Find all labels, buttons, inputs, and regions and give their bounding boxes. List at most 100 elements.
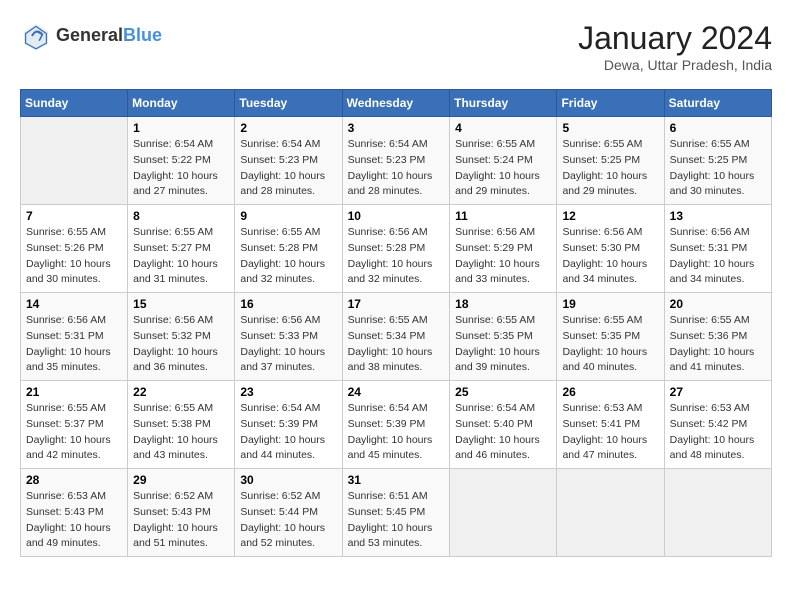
day-detail: Sunrise: 6:54 AMSunset: 5:23 PMDaylight:… — [348, 137, 445, 200]
header-wednesday: Wednesday — [342, 90, 450, 117]
logo: GeneralBlue — [20, 20, 162, 52]
day-number: 1 — [133, 121, 229, 135]
calendar-cell: 6 Sunrise: 6:55 AMSunset: 5:25 PMDaylight… — [664, 117, 771, 205]
header-sunday: Sunday — [21, 90, 128, 117]
day-detail: Sunrise: 6:55 AMSunset: 5:36 PMDaylight:… — [670, 313, 766, 376]
day-number: 29 — [133, 473, 229, 487]
day-detail: Sunrise: 6:55 AMSunset: 5:35 PMDaylight:… — [562, 313, 658, 376]
day-detail: Sunrise: 6:55 AMSunset: 5:37 PMDaylight:… — [26, 401, 122, 464]
calendar-cell: 17 Sunrise: 6:55 AMSunset: 5:34 PMDayligh… — [342, 293, 450, 381]
day-number: 15 — [133, 297, 229, 311]
day-detail: Sunrise: 6:54 AMSunset: 5:40 PMDaylight:… — [455, 401, 551, 464]
week-row-4: 21 Sunrise: 6:55 AMSunset: 5:37 PMDayligh… — [21, 381, 772, 469]
calendar-cell: 28 Sunrise: 6:53 AMSunset: 5:43 PMDayligh… — [21, 469, 128, 557]
day-detail: Sunrise: 6:56 AMSunset: 5:30 PMDaylight:… — [562, 225, 658, 288]
calendar-cell: 9 Sunrise: 6:55 AMSunset: 5:28 PMDaylight… — [235, 205, 342, 293]
calendar-body: 1 Sunrise: 6:54 AMSunset: 5:22 PMDaylight… — [21, 117, 772, 557]
day-detail: Sunrise: 6:56 AMSunset: 5:33 PMDaylight:… — [240, 313, 336, 376]
day-detail: Sunrise: 6:52 AMSunset: 5:43 PMDaylight:… — [133, 489, 229, 552]
calendar-cell: 15 Sunrise: 6:56 AMSunset: 5:32 PMDayligh… — [128, 293, 235, 381]
calendar-table: SundayMondayTuesdayWednesdayThursdayFrid… — [20, 89, 772, 557]
day-detail: Sunrise: 6:55 AMSunset: 5:25 PMDaylight:… — [670, 137, 766, 200]
day-number: 8 — [133, 209, 229, 223]
day-detail: Sunrise: 6:56 AMSunset: 5:28 PMDaylight:… — [348, 225, 445, 288]
header-friday: Friday — [557, 90, 664, 117]
logo-text: GeneralBlue — [56, 26, 162, 46]
day-number: 6 — [670, 121, 766, 135]
header-tuesday: Tuesday — [235, 90, 342, 117]
calendar-cell: 7Sunrise: 6:55 AMSunset: 5:26 PMDaylight… — [21, 205, 128, 293]
calendar-cell — [557, 469, 664, 557]
day-number: 10 — [348, 209, 445, 223]
day-number: 7 — [26, 209, 122, 223]
day-detail: Sunrise: 6:55 AMSunset: 5:27 PMDaylight:… — [133, 225, 229, 288]
logo-icon — [20, 20, 52, 52]
header-monday: Monday — [128, 90, 235, 117]
day-detail: Sunrise: 6:53 AMSunset: 5:42 PMDaylight:… — [670, 401, 766, 464]
calendar-cell: 13Sunrise: 6:56 AMSunset: 5:31 PMDayligh… — [664, 205, 771, 293]
day-detail: Sunrise: 6:54 AMSunset: 5:23 PMDaylight:… — [240, 137, 336, 200]
calendar-cell: 3 Sunrise: 6:54 AMSunset: 5:23 PMDaylight… — [342, 117, 450, 205]
calendar-cell: 30 Sunrise: 6:52 AMSunset: 5:44 PMDayligh… — [235, 469, 342, 557]
calendar-cell: 5Sunrise: 6:55 AMSunset: 5:25 PMDaylight… — [557, 117, 664, 205]
day-number: 28 — [26, 473, 122, 487]
day-number: 4 — [455, 121, 551, 135]
day-number: 25 — [455, 385, 551, 399]
calendar-cell: 16 Sunrise: 6:56 AMSunset: 5:33 PMDayligh… — [235, 293, 342, 381]
calendar-cell: 26 Sunrise: 6:53 AMSunset: 5:41 PMDayligh… — [557, 381, 664, 469]
calendar-cell: 25 Sunrise: 6:54 AMSunset: 5:40 PMDayligh… — [450, 381, 557, 469]
day-number: 26 — [562, 385, 658, 399]
header-saturday: Saturday — [664, 90, 771, 117]
calendar-cell: 18 Sunrise: 6:55 AMSunset: 5:35 PMDayligh… — [450, 293, 557, 381]
page-header: GeneralBlue January 2024 Dewa, Uttar Pra… — [20, 20, 772, 73]
day-detail: Sunrise: 6:51 AMSunset: 5:45 PMDaylight:… — [348, 489, 445, 552]
calendar-cell: 21 Sunrise: 6:55 AMSunset: 5:37 PMDayligh… — [21, 381, 128, 469]
day-detail: Sunrise: 6:54 AMSunset: 5:22 PMDaylight:… — [133, 137, 229, 200]
day-number: 31 — [348, 473, 445, 487]
day-number: 23 — [240, 385, 336, 399]
day-number: 16 — [240, 297, 336, 311]
day-detail: Sunrise: 6:56 AMSunset: 5:31 PMDaylight:… — [26, 313, 122, 376]
week-row-1: 1 Sunrise: 6:54 AMSunset: 5:22 PMDaylight… — [21, 117, 772, 205]
calendar-cell: 24Sunrise: 6:54 AMSunset: 5:39 PMDayligh… — [342, 381, 450, 469]
calendar-cell: 20 Sunrise: 6:55 AMSunset: 5:36 PMDayligh… — [664, 293, 771, 381]
calendar-cell: 1 Sunrise: 6:54 AMSunset: 5:22 PMDaylight… — [128, 117, 235, 205]
day-number: 20 — [670, 297, 766, 311]
day-detail: Sunrise: 6:54 AMSunset: 5:39 PMDaylight:… — [240, 401, 336, 464]
day-number: 3 — [348, 121, 445, 135]
header-thursday: Thursday — [450, 90, 557, 117]
day-detail: Sunrise: 6:55 AMSunset: 5:38 PMDaylight:… — [133, 401, 229, 464]
day-number: 30 — [240, 473, 336, 487]
day-detail: Sunrise: 6:55 AMSunset: 5:34 PMDaylight:… — [348, 313, 445, 376]
day-number: 11 — [455, 209, 551, 223]
day-detail: Sunrise: 6:52 AMSunset: 5:44 PMDaylight:… — [240, 489, 336, 552]
day-number: 13 — [670, 209, 766, 223]
day-number: 17 — [348, 297, 445, 311]
calendar-cell — [21, 117, 128, 205]
day-number: 14 — [26, 297, 122, 311]
day-detail: Sunrise: 6:53 AMSunset: 5:43 PMDaylight:… — [26, 489, 122, 552]
calendar-cell: 8 Sunrise: 6:55 AMSunset: 5:27 PMDaylight… — [128, 205, 235, 293]
calendar-cell — [664, 469, 771, 557]
day-number: 2 — [240, 121, 336, 135]
day-detail: Sunrise: 6:53 AMSunset: 5:41 PMDaylight:… — [562, 401, 658, 464]
calendar-cell: 12Sunrise: 6:56 AMSunset: 5:30 PMDayligh… — [557, 205, 664, 293]
calendar-header-row: SundayMondayTuesdayWednesdayThursdayFrid… — [21, 90, 772, 117]
calendar-cell: 4 Sunrise: 6:55 AMSunset: 5:24 PMDaylight… — [450, 117, 557, 205]
day-number: 9 — [240, 209, 336, 223]
day-number: 27 — [670, 385, 766, 399]
day-detail: Sunrise: 6:56 AMSunset: 5:32 PMDaylight:… — [133, 313, 229, 376]
week-row-5: 28 Sunrise: 6:53 AMSunset: 5:43 PMDayligh… — [21, 469, 772, 557]
day-detail: Sunrise: 6:55 AMSunset: 5:24 PMDaylight:… — [455, 137, 551, 200]
month-title: January 2024 — [578, 20, 772, 57]
day-number: 21 — [26, 385, 122, 399]
calendar-cell: 10 Sunrise: 6:56 AMSunset: 5:28 PMDayligh… — [342, 205, 450, 293]
calendar-cell: 19Sunrise: 6:55 AMSunset: 5:35 PMDayligh… — [557, 293, 664, 381]
calendar-cell: 22Sunrise: 6:55 AMSunset: 5:38 PMDayligh… — [128, 381, 235, 469]
calendar-cell: 2 Sunrise: 6:54 AMSunset: 5:23 PMDaylight… — [235, 117, 342, 205]
calendar-cell: 23 Sunrise: 6:54 AMSunset: 5:39 PMDayligh… — [235, 381, 342, 469]
day-number: 18 — [455, 297, 551, 311]
calendar-cell: 29 Sunrise: 6:52 AMSunset: 5:43 PMDayligh… — [128, 469, 235, 557]
day-detail: Sunrise: 6:55 AMSunset: 5:28 PMDaylight:… — [240, 225, 336, 288]
day-detail: Sunrise: 6:55 AMSunset: 5:35 PMDaylight:… — [455, 313, 551, 376]
